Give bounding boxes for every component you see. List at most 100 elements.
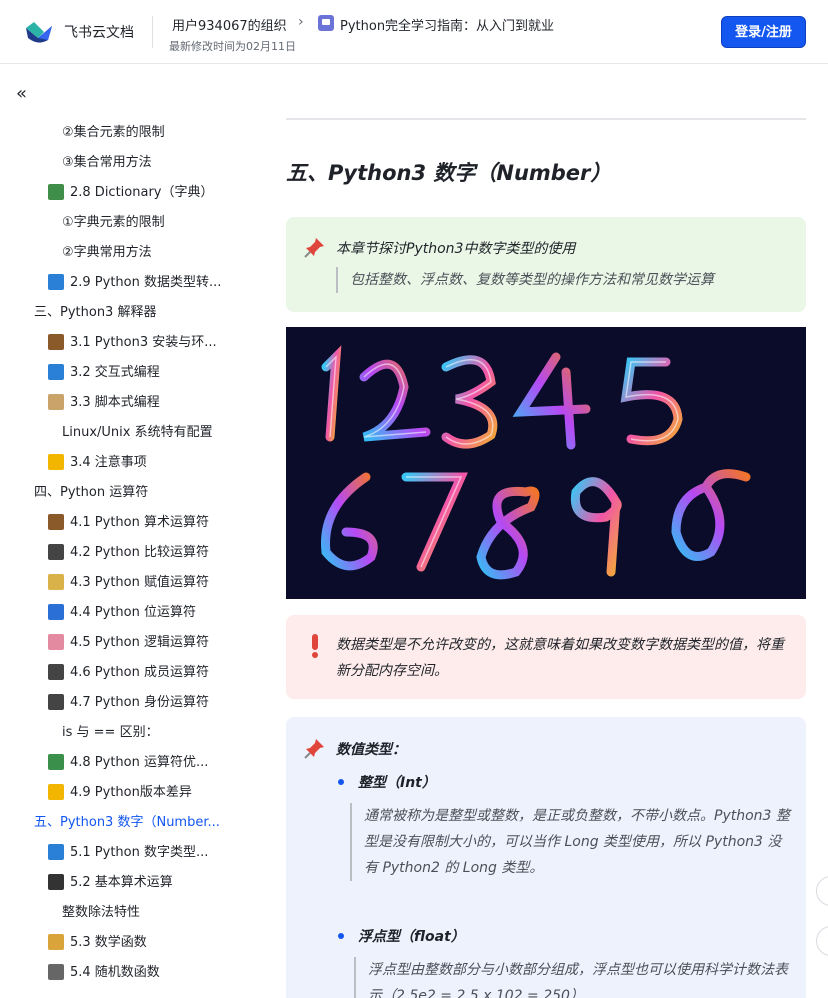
- numbers-icon: [48, 603, 64, 620]
- outline-item[interactable]: 5.4 随机数函数: [48, 958, 160, 988]
- float-title: 浮点型（float）: [358, 929, 465, 945]
- people-icon: [48, 663, 64, 680]
- outline-item-label: 5.4 随机数函数: [70, 965, 160, 980]
- outline-item-label: 4.7 Python 身份运算符: [70, 695, 210, 710]
- scales-icon: [48, 543, 64, 560]
- outline-item-label: 五、Python3 数字（Number...: [34, 815, 220, 830]
- outline-item-label: 4.2 Python 比较运算符: [70, 545, 210, 560]
- breadcrumb-doc-title[interactable]: Python完全学习指南：从入门到就业: [340, 15, 554, 34]
- outline-item[interactable]: ①字典元素的限制: [62, 208, 165, 238]
- outline-item-label: 整数除法特性: [62, 905, 141, 920]
- outline-item[interactable]: 3.1 Python3 安装与环...: [48, 328, 217, 358]
- outline-item-label: 4.3 Python 赋值运算符: [70, 575, 210, 590]
- outline-item[interactable]: 4.9 Python版本差异: [48, 778, 192, 808]
- abacus-icon: [48, 513, 64, 530]
- section-heading: 五、Python3 数字（Number）: [286, 161, 612, 185]
- outline-item-label: 4.8 Python 运算符优...: [70, 755, 209, 770]
- brain-icon: [48, 633, 64, 650]
- bullet-dot: [338, 779, 344, 785]
- outline-item[interactable]: 整数除法特性: [62, 898, 140, 928]
- outline-item[interactable]: ③集合常用方法: [62, 148, 152, 178]
- outline-item-label: 3.4 注意事项: [70, 455, 147, 470]
- outline-item[interactable]: 三、Python3 解释器: [34, 298, 156, 328]
- callout-title: 本章节探讨Python3中数字类型的使用: [336, 241, 576, 257]
- outline-item-label: 3.1 Python3 安装与环...: [70, 335, 217, 350]
- int-description: 通常被称为是整型或整数，是正或负整数，不带小数点。Python3 整型是没有限制…: [350, 803, 790, 881]
- outline-item-label: 5.1 Python 数字类型...: [70, 845, 209, 860]
- outline-item-label: 3.2 交互式编程: [70, 365, 160, 380]
- outline-item-label: 4.6 Python 成员运算符: [70, 665, 210, 680]
- breadcrumb-org[interactable]: 用户934067的组织: [172, 15, 287, 34]
- outline-item-label: 2.9 Python 数据类型转...: [70, 275, 222, 290]
- login-register-button[interactable]: 登录/注册: [721, 16, 806, 48]
- dice-icon: [48, 963, 64, 980]
- books-icon: [48, 183, 64, 200]
- outline-item[interactable]: 3.4 注意事项: [48, 448, 147, 478]
- outline-item[interactable]: 4.4 Python 位运算符: [48, 598, 196, 628]
- plus-icon: [48, 873, 64, 890]
- last-modified-text: 最新修改时间为02月11日: [169, 40, 296, 53]
- outline-sidebar: « ②集合元素的限制 ③集合常用方法 2.8 Dictionary（字典） ①字典元素…: [0, 65, 262, 998]
- refresh-icon: [48, 843, 64, 860]
- brand-name[interactable]: 飞书云文档: [64, 22, 134, 42]
- exclamation-icon: [312, 634, 318, 658]
- outline-item[interactable]: Linux/Unix 系统特有配置: [62, 418, 213, 448]
- outline-item-label: 2.8 Dictionary（字典）: [70, 185, 214, 200]
- outline-item[interactable]: 3.2 交互式编程: [48, 358, 160, 388]
- outline-item-label: 3.3 脚本式编程: [70, 395, 160, 410]
- outline-item-label: ②集合元素的限制: [62, 125, 165, 140]
- feishu-logo-icon[interactable]: [24, 18, 54, 46]
- outline-item[interactable]: 3.3 脚本式编程: [48, 388, 160, 418]
- warning-icon: [48, 783, 64, 800]
- outline-item-label: 5.3 数学函数: [70, 935, 147, 950]
- header-divider: [152, 16, 153, 48]
- outline-item[interactable]: 五、Python3 数字（Number...: [34, 808, 220, 838]
- tools-icon: [48, 333, 64, 350]
- outline-item[interactable]: 5.2 基本算术运算: [48, 868, 173, 898]
- outline-item[interactable]: ②字典常用方法: [62, 238, 152, 268]
- outline-item[interactable]: 5.3 数学函数: [48, 928, 147, 958]
- collapse-sidebar-icon[interactable]: «: [16, 83, 27, 104]
- outline-item-label: 三、Python3 解释器: [34, 305, 157, 320]
- outline-item-label: 4.9 Python版本差异: [70, 785, 192, 800]
- outline-item[interactable]: 2.9 Python 数据类型转...: [48, 268, 221, 298]
- outline-item[interactable]: 4.2 Python 比较运算符: [48, 538, 209, 568]
- outline-item-label: 4.1 Python 算术运算符: [70, 515, 210, 530]
- divider: [286, 118, 806, 120]
- bullet-dot: [338, 933, 344, 939]
- warning-callout: 数据类型是不允许改变的，这就意味着如果改变数字数据类型的值，将重新分配内存空间。: [286, 615, 806, 699]
- outline-item[interactable]: 四、Python 运算符: [34, 478, 148, 508]
- outline-item[interactable]: is 与 == 区别：: [62, 718, 159, 748]
- outline-item[interactable]: 4.5 Python 逻辑运算符: [48, 628, 209, 658]
- outline-item[interactable]: 4.6 Python 成员运算符: [48, 658, 209, 688]
- outline-item-label: 5.2 基本算术运算: [70, 875, 173, 890]
- outline-item[interactable]: 2.8 Dictionary（字典）: [48, 178, 213, 208]
- breadcrumb-separator: ›: [298, 14, 304, 30]
- document-body: 五、Python3 数字（Number） 本章节探讨Python3中数字类型的使…: [270, 65, 828, 998]
- ruler-icon: [48, 933, 64, 950]
- outline-item[interactable]: 4.8 Python 运算符优...: [48, 748, 208, 778]
- hero-illustration: [321, 345, 751, 580]
- document-icon: [318, 15, 334, 31]
- outline-item-label: ③集合常用方法: [62, 155, 152, 170]
- outline-item[interactable]: 4.3 Python 赋值运算符: [48, 568, 209, 598]
- refresh-icon: [48, 273, 64, 290]
- number-types-callout: 数值类型： 整型（Int） 通常被称为是整型或整数，是正或负整数，不带小数点。P…: [286, 717, 806, 998]
- people-icon: [48, 693, 64, 710]
- outline-item[interactable]: 5.1 Python 数字类型...: [48, 838, 208, 868]
- outline-item[interactable]: ②集合元素的限制: [62, 118, 165, 148]
- pushpin-icon: [304, 238, 324, 258]
- outline-item[interactable]: 4.7 Python 身份运算符: [48, 688, 209, 718]
- info-callout: 本章节探讨Python3中数字类型的使用 包括整数、浮点数、复数等类型的操作方法…: [286, 217, 806, 312]
- outline-item-label: 四、Python 运算符: [34, 485, 149, 500]
- outline-item-label: 4.5 Python 逻辑运算符: [70, 635, 210, 650]
- outline-item-label: ②字典常用方法: [62, 245, 152, 260]
- int-title: 整型（Int）: [358, 775, 436, 791]
- memo-icon: [48, 573, 64, 590]
- callout-quote: 包括整数、浮点数、复数等类型的操作方法和常见数学运算: [336, 267, 714, 293]
- outline-item[interactable]: 4.1 Python 算术运算符: [48, 508, 209, 538]
- float-description: 浮点型由整数部分与小数部分组成，浮点型也可以使用科学计数法表示（2.5e2 = …: [354, 957, 790, 998]
- top-header: 飞书云文档 用户934067的组织 › Python完全学习指南：从入门到就业 …: [0, 0, 828, 64]
- pushpin-icon: [304, 739, 324, 759]
- outline-item-label: ①字典元素的限制: [62, 215, 165, 230]
